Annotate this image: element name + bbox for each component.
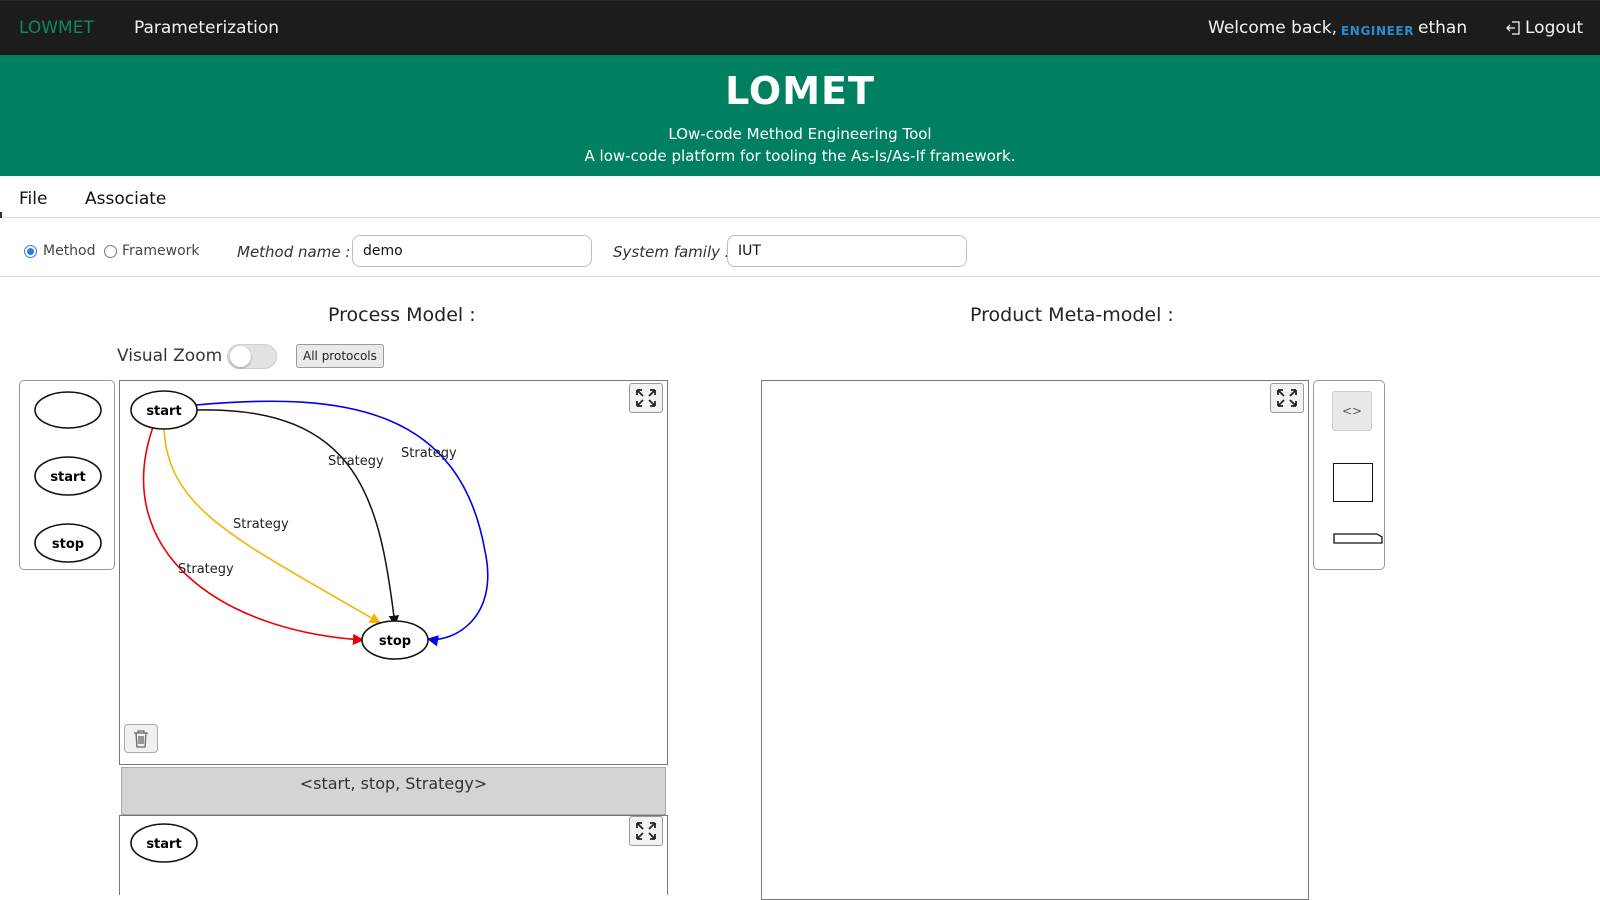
process-model-title: Process Model : [328,304,476,326]
start-node[interactable]: start [130,390,198,430]
top-navbar: LOWMET Parameterization Welcome back, EN… [0,0,1600,55]
brand-logo[interactable]: LOWMET [19,18,94,38]
menu-file[interactable]: File [19,189,47,209]
process-model-canvas[interactable]: Strategy Strategy Strategy Strategy star… [119,380,668,765]
delete-button[interactable] [124,724,158,753]
product-metamodel-title: Product Meta-model : [970,304,1174,326]
system-family-input[interactable] [727,235,967,267]
visual-zoom-label: Visual Zoom [117,346,223,366]
all-protocols-button[interactable]: All protocols [296,344,384,368]
app-description: A low-code platform for tooling the As-I… [584,147,1016,165]
trash-icon [134,730,148,748]
app-subtitle: LOw-code Method Engineering Tool [668,125,932,143]
system-family-label: System family : [613,243,730,261]
edge-label-yellow: Strategy [233,517,289,532]
fullscreen-button[interactable] [629,383,663,413]
toggle-knob [230,346,251,367]
product-palette: <> [1313,380,1385,570]
process-graph: Strategy Strategy Strategy Strategy star… [130,390,489,660]
header-banner: LOMET LOw-code Method Engineering Tool A… [0,55,1600,176]
protocol-start-node[interactable]: start [130,823,198,863]
edge-label-black: Strategy [328,454,384,469]
palette-class-shape[interactable] [1333,463,1373,502]
palette-start-node[interactable]: start [34,456,102,496]
logout-label: Logout [1525,18,1584,38]
palette-link-shape[interactable] [1333,533,1383,545]
logout-icon [1506,21,1520,35]
expand-icon [1277,389,1297,407]
nav-parameterization[interactable]: Parameterization [134,18,279,38]
method-name-input[interactable] [352,235,592,267]
palette-stop-label: stop [52,537,84,552]
method-name-label: Method name : [237,243,351,261]
radio-method[interactable] [24,245,37,258]
code-view-button[interactable]: <> [1332,391,1372,431]
role-badge: ENGINEER [1341,24,1415,38]
radio-framework[interactable] [104,245,117,258]
visual-zoom-toggle[interactable] [227,344,277,369]
method-form: Method Framework Method name : System fa… [0,218,1600,277]
protocol-canvas[interactable]: start [119,815,668,895]
welcome-text: Welcome back, [1208,18,1337,38]
product-metamodel-canvas[interactable] [761,380,1309,900]
stop-node-label: stop [379,634,411,649]
protocol-fullscreen-button[interactable] [629,816,663,846]
process-palette: start stop [19,380,115,570]
stop-node[interactable]: stop [361,620,429,660]
palette-start-label: start [50,470,85,485]
expand-icon [636,389,656,407]
product-fullscreen-button[interactable] [1270,383,1304,413]
menu-bar: File Associate [0,176,1600,218]
logout-button[interactable]: Logout [1505,18,1583,38]
protocol-graph: start [130,823,198,863]
start-node-label: start [146,404,181,419]
radio-framework-label: Framework [122,243,200,259]
protocol-header: <start, stop, Strategy> [121,767,666,815]
palette-stop-node[interactable]: stop [34,523,102,563]
edge-label-blue: Strategy [401,446,457,461]
expand-icon [636,822,656,840]
menu-associate[interactable]: Associate [85,189,166,209]
username: ethan [1418,18,1468,38]
palette-shapes: start stop [34,391,102,563]
protocol-start-label: start [146,837,181,852]
edge-label-red: Strategy [178,562,234,577]
app-title: LOMET [725,69,875,113]
radio-method-label: Method [43,243,96,259]
edge-strategy-black[interactable] [195,409,400,627]
palette-blank-intention[interactable] [34,391,102,429]
